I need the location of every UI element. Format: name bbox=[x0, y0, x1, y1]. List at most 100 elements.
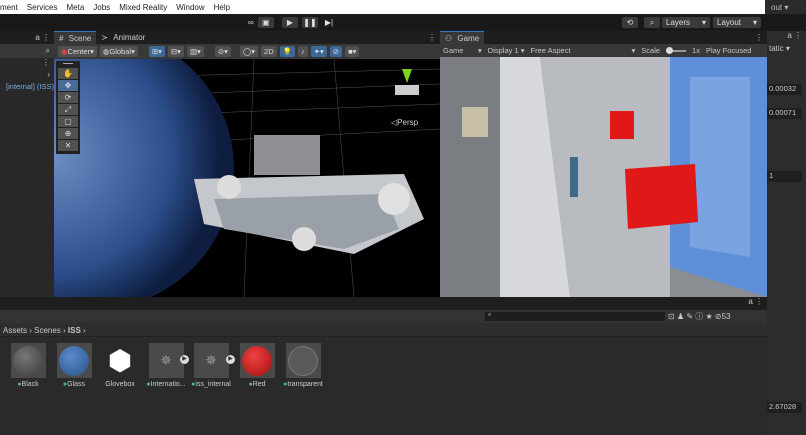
camera-button[interactable]: ■▾ bbox=[345, 46, 360, 57]
persp-text: Persp bbox=[397, 118, 419, 127]
hidden-icon[interactable]: ⊘ bbox=[715, 312, 722, 321]
shading-button[interactable]: ◯▾ bbox=[239, 46, 259, 57]
lock-icon[interactable]: a ⋮ bbox=[767, 31, 806, 44]
inspector-field[interactable]: 2.67028 bbox=[767, 402, 802, 413]
space-dropdown[interactable]: ◍ Global ▾ bbox=[99, 46, 138, 57]
search-icon[interactable]: ⌕ bbox=[644, 17, 660, 28]
tag-icon[interactable]: ✎ bbox=[686, 312, 693, 321]
pause-button[interactable]: ❚❚ bbox=[302, 17, 318, 28]
layers-label: Layers bbox=[666, 18, 691, 27]
scene-gizmo[interactable] bbox=[387, 69, 427, 105]
menu-meta[interactable]: Meta bbox=[66, 3, 84, 12]
earth bbox=[54, 59, 234, 297]
material-icon bbox=[288, 345, 318, 376]
rect-tool-icon[interactable]: ▢ bbox=[58, 116, 78, 127]
inspector-field[interactable]: 1 bbox=[767, 171, 802, 182]
menu-help[interactable]: Help bbox=[214, 3, 230, 12]
hierarchy-search[interactable]: ⌕ bbox=[0, 44, 54, 58]
tab-game[interactable]: ⚇ Game bbox=[440, 31, 485, 44]
step-button[interactable]: ▶| bbox=[321, 17, 337, 28]
custom-tool-icon[interactable]: ✕ bbox=[58, 140, 78, 151]
effects-toggle[interactable]: ✦▾ bbox=[310, 46, 327, 57]
scene-panel-header: # Scene ≻ Animator ⋮ ◉ Center ▾ ◍ Global ▾ ⊞… bbox=[54, 31, 440, 59]
grid-button[interactable]: ▥▾ bbox=[186, 46, 204, 57]
menu-jobs[interactable]: Jobs bbox=[93, 3, 110, 12]
gizmo-cube-icon[interactable] bbox=[395, 85, 419, 95]
scene-viewport[interactable]: ✋ ✥ ⟳ ⤢ ▢ ⊕ ✕ ◁Persp bbox=[54, 59, 440, 297]
main-toolbar: ∞ ▣ ▶ ❚❚ ▶| ⟲ ⌕ Layers ▾ Layout ▾ bbox=[0, 14, 765, 31]
menu-bar: ment Services Meta Jobs Mixed Reality Wi… bbox=[0, 0, 765, 14]
lock-icon[interactable]: a ⋮ bbox=[0, 297, 767, 310]
project-toolbar: ⌕ ⊡ ♟ ✎ ⓘ ★ ⊘53 bbox=[0, 310, 767, 323]
layout-dropdown[interactable]: Layout ▾ bbox=[713, 17, 761, 28]
menu-component[interactable]: ment bbox=[0, 3, 18, 12]
scene-render bbox=[54, 59, 440, 297]
play-focused-dropdown[interactable]: Play Focused bbox=[706, 46, 751, 55]
filter-type-icon[interactable]: ⊡ bbox=[668, 312, 675, 321]
tab-scene[interactable]: # Scene bbox=[54, 31, 97, 44]
red-cube-small bbox=[610, 111, 634, 139]
space-label: Global bbox=[109, 47, 132, 56]
aspect-chevron-icon[interactable]: ▾ bbox=[632, 46, 636, 55]
hand-tool-icon[interactable]: ✋ bbox=[58, 68, 78, 79]
menu-window[interactable]: Window bbox=[176, 3, 204, 12]
rotate-tool-icon[interactable]: ⟳ bbox=[58, 92, 78, 103]
game-viewport[interactable] bbox=[440, 57, 767, 297]
hierarchy-item[interactable]: (ISS) [internal] bbox=[0, 82, 54, 91]
menu-mixed-reality[interactable]: Mixed Reality bbox=[119, 3, 167, 12]
persp-label[interactable]: ◁Persp bbox=[391, 118, 418, 127]
hidden-objects-toggle[interactable]: ⊘ bbox=[329, 46, 343, 57]
static-dropdown[interactable]: tatic ▾ bbox=[767, 44, 806, 53]
drag-handle[interactable] bbox=[63, 63, 73, 67]
layout-dropdown-background[interactable]: out ▾ bbox=[765, 0, 806, 14]
asset-label: transparent bbox=[287, 381, 323, 388]
play-button[interactable]: ▶ bbox=[282, 17, 298, 28]
breadcrumb-assets[interactable]: Assets bbox=[3, 326, 27, 335]
transform-tool-icon[interactable]: ⊕ bbox=[58, 128, 78, 139]
more-icon[interactable]: ⋮ bbox=[0, 58, 54, 70]
layout-label: out bbox=[771, 3, 783, 12]
draw-mode-button[interactable]: ⊘▾ bbox=[214, 46, 231, 57]
scale-slider[interactable] bbox=[666, 46, 687, 54]
layers-dropdown[interactable]: Layers ▾ bbox=[662, 17, 710, 28]
more-icon[interactable]: ⋮ bbox=[428, 33, 440, 42]
y-axis-icon[interactable] bbox=[402, 69, 412, 83]
asset-label: Glass bbox=[67, 381, 86, 388]
info-icon[interactable]: ⓘ bbox=[695, 312, 703, 321]
inspector-field[interactable]: 0.00032 bbox=[767, 84, 802, 95]
lighting-toggle[interactable]: 💡 bbox=[279, 46, 295, 57]
snap-increment-button[interactable]: ⊟▾ bbox=[167, 46, 184, 57]
asset-transparent[interactable]: ●transparent bbox=[268, 343, 338, 388]
game-mode-dropdown[interactable]: Game ▾ bbox=[443, 46, 482, 55]
scale-label: Scale bbox=[641, 46, 661, 55]
lock-icon[interactable]: a ⋮ bbox=[35, 33, 50, 42]
chevron-right-icon[interactable]: › bbox=[0, 70, 54, 82]
move-tool-icon[interactable]: ✥ bbox=[58, 80, 78, 91]
breadcrumb: Assets › Scenes › ISS › bbox=[0, 323, 767, 337]
more-icon[interactable]: ⋮ bbox=[755, 33, 767, 42]
audio-toggle[interactable]: ♪ bbox=[297, 46, 308, 57]
scale-tool-icon[interactable]: ⤢ bbox=[58, 104, 78, 115]
game-render bbox=[440, 57, 767, 297]
menu-services[interactable]: Services bbox=[27, 3, 58, 12]
breadcrumb-iss[interactable]: ISS bbox=[68, 326, 81, 335]
filter-label-icon[interactable]: ♟ bbox=[677, 312, 684, 321]
breadcrumb-scenes[interactable]: Scenes bbox=[34, 326, 61, 335]
star-icon[interactable]: ★ bbox=[706, 312, 713, 321]
collab-icon[interactable]: ∞ bbox=[244, 17, 258, 28]
tab-scene-label: Scene bbox=[68, 33, 92, 43]
aspect-dropdown[interactable]: Free Aspect bbox=[531, 46, 626, 55]
display-dropdown[interactable]: Display 1 ▾ bbox=[488, 46, 525, 55]
layout-preview-icon[interactable]: ▣ bbox=[258, 17, 274, 28]
tab-animator[interactable]: ≻ Animator bbox=[96, 31, 150, 44]
red-cube-large bbox=[625, 164, 698, 229]
inspector-field[interactable]: 0.00071 bbox=[767, 108, 802, 119]
static-label: tatic bbox=[769, 44, 784, 53]
2d-toggle[interactable]: 2D bbox=[261, 46, 277, 57]
history-icon[interactable]: ⟲ bbox=[622, 17, 638, 28]
grid-snap-button[interactable]: ⊞▾ bbox=[148, 46, 165, 57]
layout-label: Layout bbox=[717, 18, 742, 27]
pivot-dropdown[interactable]: ◉ Center ▾ bbox=[58, 46, 97, 57]
scale-value: 1x bbox=[692, 46, 700, 55]
project-search-input[interactable]: ⌕ bbox=[485, 312, 665, 321]
